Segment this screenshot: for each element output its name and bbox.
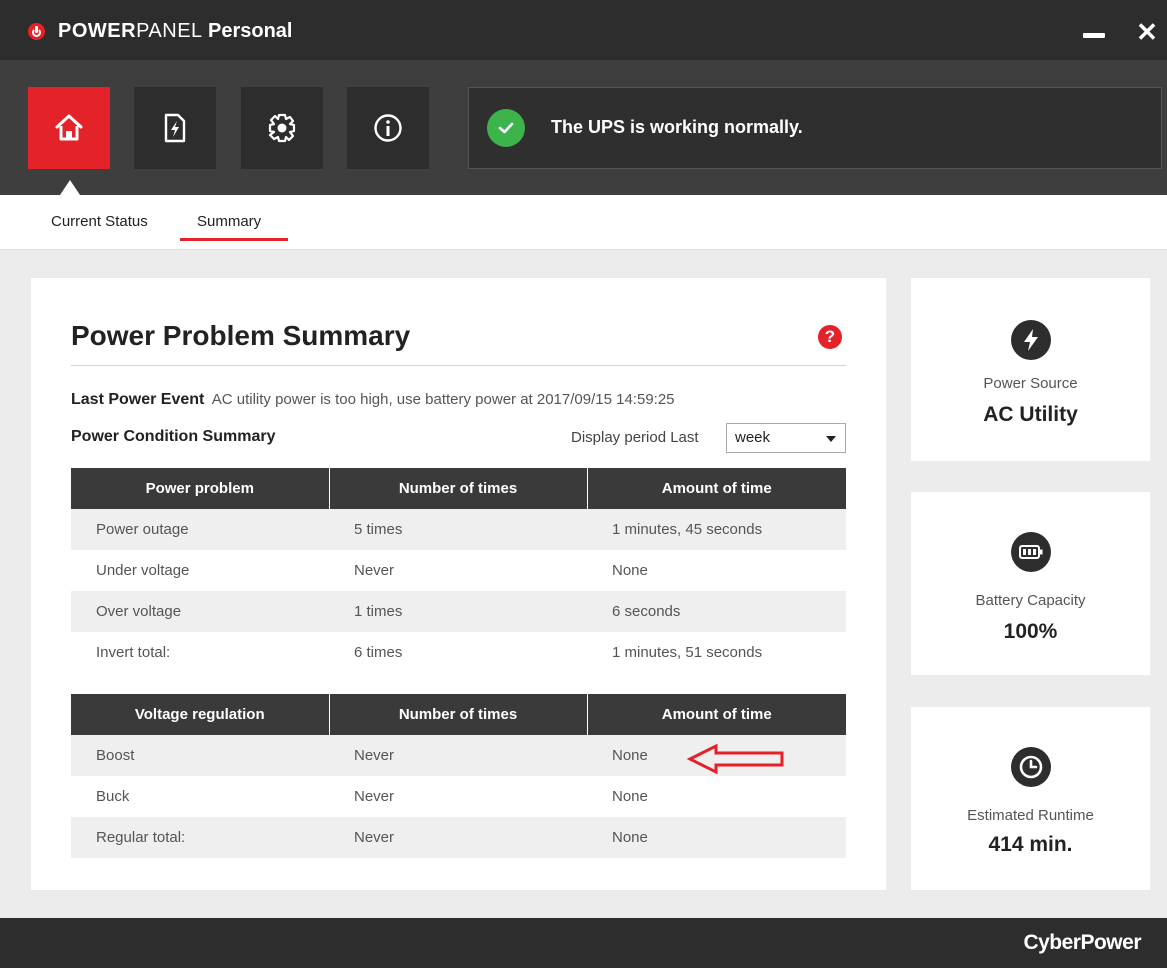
power-source-label: Power Source (983, 375, 1078, 392)
table-cell: None (612, 788, 648, 805)
nav-info-button[interactable] (347, 87, 429, 169)
page-title: Power Problem Summary (71, 320, 411, 351)
condition-summary-title: Power Condition Summary (71, 428, 276, 445)
table-row: Regular total: Never None (71, 817, 846, 858)
table-cell: 1 minutes, 45 seconds (587, 509, 846, 550)
table-cell: Over voltage (71, 591, 329, 632)
estimated-runtime-label: Estimated Runtime (967, 807, 1094, 824)
title-bar[interactable]: POWERPANEL Personal ✕ (0, 0, 1167, 60)
column-header: Amount of time (586, 468, 846, 509)
period-label: Display period Last (571, 429, 699, 446)
red-arrow-annotation (686, 743, 784, 775)
table-cell: Never (329, 817, 587, 858)
last-power-event: Last Power Event AC utility power is too… (71, 391, 675, 409)
app-title-power: POWER (58, 20, 137, 42)
lightning-icon (1011, 320, 1051, 360)
summary-panel: Power Problem Summary ? Last Power Event… (31, 278, 886, 890)
check-icon (487, 109, 525, 147)
estimated-runtime-value: 414 min. (988, 833, 1073, 856)
power-file-icon (164, 113, 186, 143)
column-header: Voltage regulation (71, 694, 329, 735)
nav-settings-button[interactable] (241, 87, 323, 169)
nav-energy-button[interactable] (134, 87, 216, 169)
period-dropdown[interactable]: week (726, 423, 846, 453)
gear-icon (268, 113, 296, 143)
power-problem-table: Power problem Number of times Amount of … (71, 468, 846, 673)
period-selected-value: week (735, 429, 771, 446)
table-row: Invert total: 6 times 1 minutes, 51 seco… (71, 632, 846, 673)
minimize-button[interactable] (1083, 33, 1105, 38)
battery-icon (1011, 532, 1051, 572)
column-header: Amount of time (586, 694, 846, 735)
tab-summary[interactable]: Summary (197, 213, 261, 230)
footer-bar: CyberPower (0, 918, 1167, 968)
table-cell: 6 times (354, 644, 403, 661)
table-header-row: Power problem Number of times Amount of … (71, 468, 846, 509)
table-cell: Invert total: (96, 644, 171, 661)
estimated-runtime-card: Estimated Runtime 414 min. (911, 707, 1150, 890)
active-tab-indicator (180, 238, 288, 241)
table-cell: Buck (96, 788, 130, 805)
info-icon (374, 114, 402, 142)
table-header-row: Voltage regulation Number of times Amoun… (71, 694, 846, 735)
battery-capacity-label: Battery Capacity (975, 592, 1086, 609)
table-cell: Never (354, 788, 395, 805)
app-title-panel: PANEL (136, 20, 202, 42)
brand-logo: CyberPower (1023, 931, 1141, 954)
chevron-down-icon (826, 436, 836, 442)
title-divider (71, 365, 846, 366)
table-cell: Boost (71, 735, 329, 776)
battery-capacity-value: 100% (1003, 620, 1058, 643)
last-event-label: Last Power Event (71, 391, 205, 408)
table-cell: 5 times (329, 509, 587, 550)
battery-capacity-card: Battery Capacity 100% (911, 492, 1150, 675)
table-row: Buck Never None (71, 776, 846, 817)
table-cell: Regular total: (71, 817, 329, 858)
column-header: Number of times (328, 694, 587, 735)
tab-current-status[interactable]: Current Status (51, 213, 148, 230)
table-cell: Under voltage (96, 562, 190, 579)
home-icon (55, 114, 83, 141)
clock-icon (1011, 747, 1051, 787)
power-logo-icon (28, 23, 45, 40)
table-row: Under voltage Never None (71, 550, 846, 591)
table-cell: 6 seconds (587, 591, 846, 632)
active-nav-pointer (60, 180, 80, 195)
last-event-value: AC utility power is too high, use batter… (211, 391, 675, 408)
navigation-band: The UPS is working normally. (0, 60, 1167, 195)
tab-bar: Current Status Summary (0, 195, 1167, 250)
table-cell: None (612, 562, 648, 579)
table-cell: 1 minutes, 51 seconds (612, 644, 763, 661)
table-cell: 1 times (329, 591, 587, 632)
table-cell: Never (354, 562, 395, 579)
table-cell: Never (329, 735, 587, 776)
column-header: Number of times (328, 468, 587, 509)
table-row: Power outage 5 times 1 minutes, 45 secon… (71, 509, 846, 550)
status-message: The UPS is working normally. (551, 117, 803, 137)
table-cell: None (587, 817, 846, 858)
voltage-regulation-table: Voltage regulation Number of times Amoun… (71, 694, 846, 858)
table-cell: Power outage (71, 509, 329, 550)
power-source-card: Power Source AC Utility (911, 278, 1150, 461)
column-header: Power problem (71, 468, 329, 509)
help-icon[interactable]: ? (818, 325, 842, 349)
app-title: POWERPANEL Personal (58, 20, 292, 43)
app-title-edition: Personal (207, 20, 293, 42)
power-source-value: AC Utility (983, 403, 1078, 426)
table-row: Over voltage 1 times 6 seconds (71, 591, 846, 632)
status-banner: The UPS is working normally. (468, 87, 1162, 169)
close-button[interactable]: ✕ (1135, 19, 1159, 45)
nav-home-button[interactable] (28, 87, 110, 169)
